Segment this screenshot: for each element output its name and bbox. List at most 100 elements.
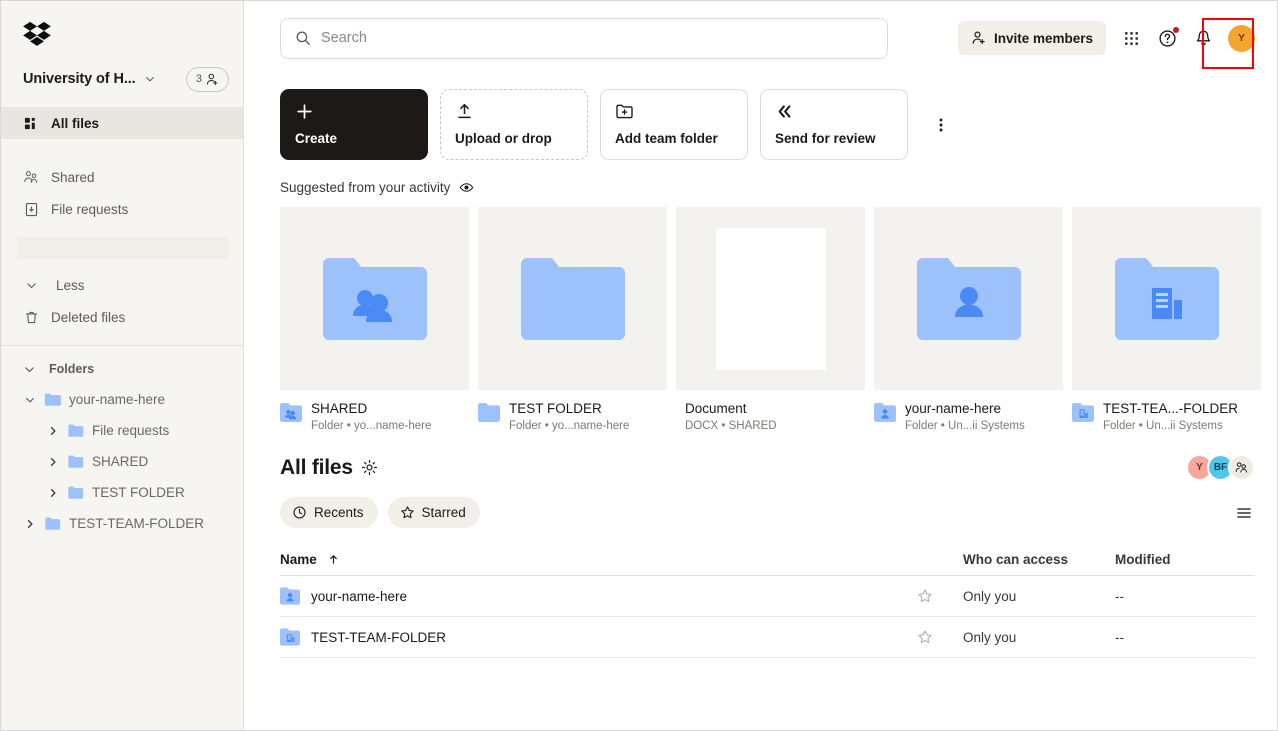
row-access-cell: Only you <box>963 588 1017 604</box>
add-members-button[interactable] <box>1228 454 1255 481</box>
notifications-button[interactable] <box>1192 27 1214 49</box>
table-row[interactable]: TEST-TEAM-FOLDER Only you -- <box>280 617 1255 658</box>
row-modified-cell: -- <box>1115 588 1124 604</box>
chevron-right-icon[interactable] <box>23 517 36 530</box>
search-input[interactable] <box>321 30 873 46</box>
star-icon <box>400 506 414 519</box>
eye-icon[interactable] <box>459 180 474 195</box>
member-count-pill[interactable]: 3 <box>185 66 229 92</box>
chevron-right-icon[interactable] <box>46 486 59 499</box>
nav-spacer-3 <box>1 259 243 269</box>
search-box[interactable] <box>280 17 888 59</box>
chevron-right-icon[interactable] <box>46 424 59 437</box>
suggested-card-document[interactable]: Document DOCX • SHARED <box>676 207 865 432</box>
invite-members-button[interactable]: Invite members <box>957 21 1106 55</box>
suggested-thumbnail <box>676 207 865 390</box>
more-actions-button[interactable] <box>928 112 954 138</box>
suggested-card-test-folder[interactable]: TEST FOLDER Folder • yo...name-here <box>478 207 667 432</box>
all-files-header: All files Y BF <box>244 432 1277 481</box>
view-toggle-button[interactable] <box>1233 502 1255 524</box>
dropbox-logo-icon <box>23 21 51 46</box>
tree-item-file-requests[interactable]: File requests <box>1 415 243 446</box>
table-header-row: Name Who can access Modified <box>280 544 1255 576</box>
chevron-down-icon <box>25 366 34 372</box>
suggested-meta: Document DOCX • SHARED <box>676 390 865 432</box>
tree-item-test-team-folder[interactable]: TEST-TEAM-FOLDER <box>1 508 243 539</box>
add-team-folder-label: Add team folder <box>615 131 718 146</box>
row-star-cell <box>917 588 963 604</box>
folder-icon <box>68 486 84 499</box>
sidebar-item-deleted-files[interactable]: Deleted files <box>1 301 243 333</box>
tree-item-your-name-here[interactable]: your-name-here <box>1 384 243 415</box>
sidebar-item-label: Deleted files <box>51 309 126 325</box>
suggested-meta: your-name-here Folder • Un...ii Systems <box>874 390 1063 432</box>
folder-team-icon <box>1114 257 1219 340</box>
column-label-access: Who can access <box>963 552 1069 567</box>
suggested-thumbnail <box>280 207 469 390</box>
folder-icon <box>68 424 84 437</box>
sidebar-item-file-requests[interactable]: File requests <box>1 193 243 225</box>
member-count: 3 <box>195 73 202 85</box>
suggested-card-sub: DOCX • SHARED <box>685 420 777 432</box>
folder-person-icon <box>280 587 300 605</box>
sidebar-section-folders[interactable]: Folders <box>1 354 243 384</box>
column-header-name[interactable]: Name <box>280 552 917 567</box>
star-outline-icon[interactable] <box>917 588 933 604</box>
apps-grid-button[interactable] <box>1120 27 1142 49</box>
add-team-folder-button[interactable]: Add team folder <box>600 89 748 160</box>
team-switcher[interactable]: University of H... 3 <box>1 59 243 99</box>
send-for-review-button[interactable]: Send for review <box>760 89 908 160</box>
folder-plain-icon <box>478 403 500 422</box>
tree-item-test-folder[interactable]: TEST FOLDER <box>1 477 243 508</box>
main-content: Invite members <box>244 1 1277 730</box>
chevron-down-icon[interactable] <box>23 393 36 406</box>
row-access-cell: Only you <box>963 629 1017 645</box>
folder-open-icon <box>44 393 61 406</box>
suggested-card-shared[interactable]: SHARED Folder • yo...name-here <box>280 207 469 432</box>
action-buttons-row: Create Upload or drop Add team folder Se… <box>244 75 1277 160</box>
gear-icon[interactable] <box>361 459 378 476</box>
tree-item-shared[interactable]: SHARED <box>1 446 243 477</box>
chip-starred[interactable]: Starred <box>387 497 480 528</box>
suggested-card-your-name-here[interactable]: your-name-here Folder • Un...ii Systems <box>874 207 1063 432</box>
column-header-modified[interactable]: Modified <box>1115 552 1255 567</box>
table-row[interactable]: your-name-here Only you -- <box>280 576 1255 617</box>
tree-item-label: your-name-here <box>69 392 166 407</box>
tree-item-label: TEST-TEAM-FOLDER <box>69 516 205 531</box>
folder-icon <box>45 517 61 530</box>
page-title: All files <box>280 455 353 479</box>
upload-arrow-icon <box>455 102 587 120</box>
kebab-menu-icon <box>939 118 943 131</box>
star-outline-icon[interactable] <box>917 629 933 645</box>
chevron-down-icon <box>145 76 154 82</box>
sidebar-item-shared[interactable]: Shared <box>1 161 243 193</box>
chip-recents[interactable]: Recents <box>280 497 378 528</box>
dropbox-logo-row[interactable] <box>1 1 243 59</box>
plus-icon <box>295 102 427 120</box>
create-label: Create <box>295 131 338 146</box>
sidebar-item-less[interactable]: Less <box>1 269 243 301</box>
tree-item-label: TEST FOLDER <box>92 485 185 500</box>
user-avatar[interactable]: Y <box>1228 24 1255 52</box>
folder-shared-icon <box>322 257 427 340</box>
file-request-icon <box>23 201 39 217</box>
send-for-review-label: Send for review <box>775 131 876 146</box>
suggested-card-name: Document <box>685 401 747 416</box>
help-button[interactable] <box>1156 27 1179 49</box>
sidebar-item-all-files[interactable]: All files <box>1 107 243 139</box>
folder-plus-icon <box>615 102 747 120</box>
upload-or-drop-button[interactable]: Upload or drop <box>440 89 588 160</box>
chevron-right-icon[interactable] <box>46 455 59 468</box>
column-header-access[interactable]: Who can access <box>963 552 1115 567</box>
search-icon <box>296 31 310 45</box>
suggested-card-test-team-folder[interactable]: TEST-TEA...-FOLDER Folder • Un...ii Syst… <box>1072 207 1261 432</box>
sidebar-item-label: Shared <box>51 169 95 185</box>
row-name: TEST-TEAM-FOLDER <box>311 629 447 645</box>
suggested-thumbnail <box>874 207 1063 390</box>
avatar-initial: BF <box>1213 462 1228 473</box>
sidebar-placeholder-row <box>17 237 229 259</box>
add-person-icon <box>206 73 218 85</box>
invite-members-label: Invite members <box>993 30 1093 46</box>
create-button[interactable]: Create <box>280 89 428 160</box>
